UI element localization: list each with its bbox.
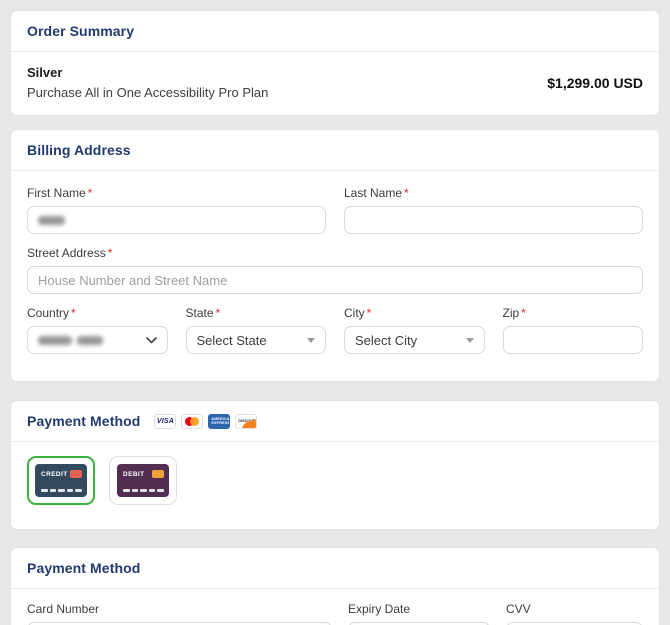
billing-address-card: Billing Address First Name* Last Name* S… xyxy=(10,129,660,382)
city-label: City* xyxy=(344,306,485,320)
expiry-date-label: Expiry Date xyxy=(348,602,490,616)
payment-method-header: Payment Method VISA AMERICAN EXPRESS DIS… xyxy=(11,401,659,442)
payment-method-title: Payment Method xyxy=(27,413,140,429)
country-select[interactable] xyxy=(27,326,168,354)
payment-type-options: CREDIT DEBIT xyxy=(11,442,659,529)
payment-method-selector-card: Payment Method VISA AMERICAN EXPRESS DIS… xyxy=(10,400,660,530)
discover-icon: DISCOVER xyxy=(235,414,257,429)
caret-down-icon xyxy=(466,338,474,343)
last-name-input[interactable] xyxy=(344,206,643,234)
card-brand-icons: VISA AMERICAN EXPRESS DISCOVER xyxy=(154,414,257,429)
cvv-field: CVV xyxy=(506,602,643,625)
required-asterisk: * xyxy=(521,306,526,320)
debit-card-graphic: DEBIT xyxy=(117,464,169,497)
order-summary-card: Order Summary Silver Purchase All in One… xyxy=(10,10,660,116)
payment-details-header: Payment Method xyxy=(11,548,659,589)
required-asterisk: * xyxy=(404,186,409,200)
payment-details-title: Payment Method xyxy=(27,560,140,576)
country-field: Country* xyxy=(27,306,168,354)
city-select-value: Select City xyxy=(355,333,417,348)
amex-icon: AMERICAN EXPRESS xyxy=(208,414,230,429)
country-label: Country* xyxy=(27,306,168,320)
credit-option-label: CREDIT xyxy=(41,471,68,478)
card-chip-icon xyxy=(70,470,82,478)
visa-icon: VISA xyxy=(154,414,176,429)
debit-option-label: DEBIT xyxy=(123,471,145,478)
last-name-field: Last Name* xyxy=(344,186,643,246)
city-field: City* Select City xyxy=(344,306,485,354)
order-summary-header: Order Summary xyxy=(11,11,659,52)
redacted-first-name-value xyxy=(38,216,65,225)
chevron-down-icon xyxy=(146,337,157,344)
first-name-field: First Name* xyxy=(27,186,326,234)
required-asterisk: * xyxy=(88,186,93,200)
required-asterisk: * xyxy=(108,246,113,260)
state-field: State* Select State xyxy=(186,306,327,354)
card-chip-icon xyxy=(152,470,164,478)
redacted-country-value xyxy=(38,336,103,345)
street-address-input[interactable] xyxy=(27,266,643,294)
street-address-field: Street Address* xyxy=(27,246,643,294)
expiry-date-field: Expiry Date xyxy=(348,602,490,625)
plan-description: Purchase All in One Accessibility Pro Pl… xyxy=(27,85,268,100)
order-summary-title: Order Summary xyxy=(27,23,134,39)
billing-address-title: Billing Address xyxy=(27,142,131,158)
city-select[interactable]: Select City xyxy=(344,326,485,354)
card-number-dashes xyxy=(123,489,164,493)
billing-address-header: Billing Address xyxy=(11,130,659,171)
plan-name: Silver xyxy=(27,65,268,80)
mastercard-icon xyxy=(181,414,203,429)
credit-card-graphic: CREDIT xyxy=(35,464,87,497)
required-asterisk: * xyxy=(216,306,221,320)
required-asterisk: * xyxy=(367,306,372,320)
order-summary-row: Silver Purchase All in One Accessibility… xyxy=(11,52,659,115)
card-number-dashes xyxy=(41,489,82,493)
credit-card-option[interactable]: CREDIT xyxy=(27,456,95,505)
state-label: State* xyxy=(186,306,327,320)
street-address-label: Street Address* xyxy=(27,246,643,260)
payment-details-card: Payment Method Card Number Expiry Date C… xyxy=(10,547,660,625)
plan-price: $1,299.00 USD xyxy=(547,75,643,91)
zip-field: Zip* xyxy=(503,306,644,366)
billing-address-form: First Name* Last Name* Street Address* C… xyxy=(11,171,659,381)
first-name-label: First Name* xyxy=(27,186,326,200)
cvv-label: CVV xyxy=(506,602,643,616)
caret-down-icon xyxy=(307,338,315,343)
debit-card-option[interactable]: DEBIT xyxy=(109,456,177,505)
last-name-label: Last Name* xyxy=(344,186,643,200)
state-select-value: Select State xyxy=(197,333,267,348)
zip-label: Zip* xyxy=(503,306,644,320)
payment-details-form: Card Number Expiry Date CVV xyxy=(11,589,659,625)
required-asterisk: * xyxy=(71,306,76,320)
state-select[interactable]: Select State xyxy=(186,326,327,354)
first-name-input[interactable] xyxy=(27,206,326,234)
zip-input[interactable] xyxy=(503,326,644,354)
plan-info: Silver Purchase All in One Accessibility… xyxy=(27,65,268,100)
card-number-label: Card Number xyxy=(27,602,332,616)
card-number-field: Card Number xyxy=(27,602,332,625)
